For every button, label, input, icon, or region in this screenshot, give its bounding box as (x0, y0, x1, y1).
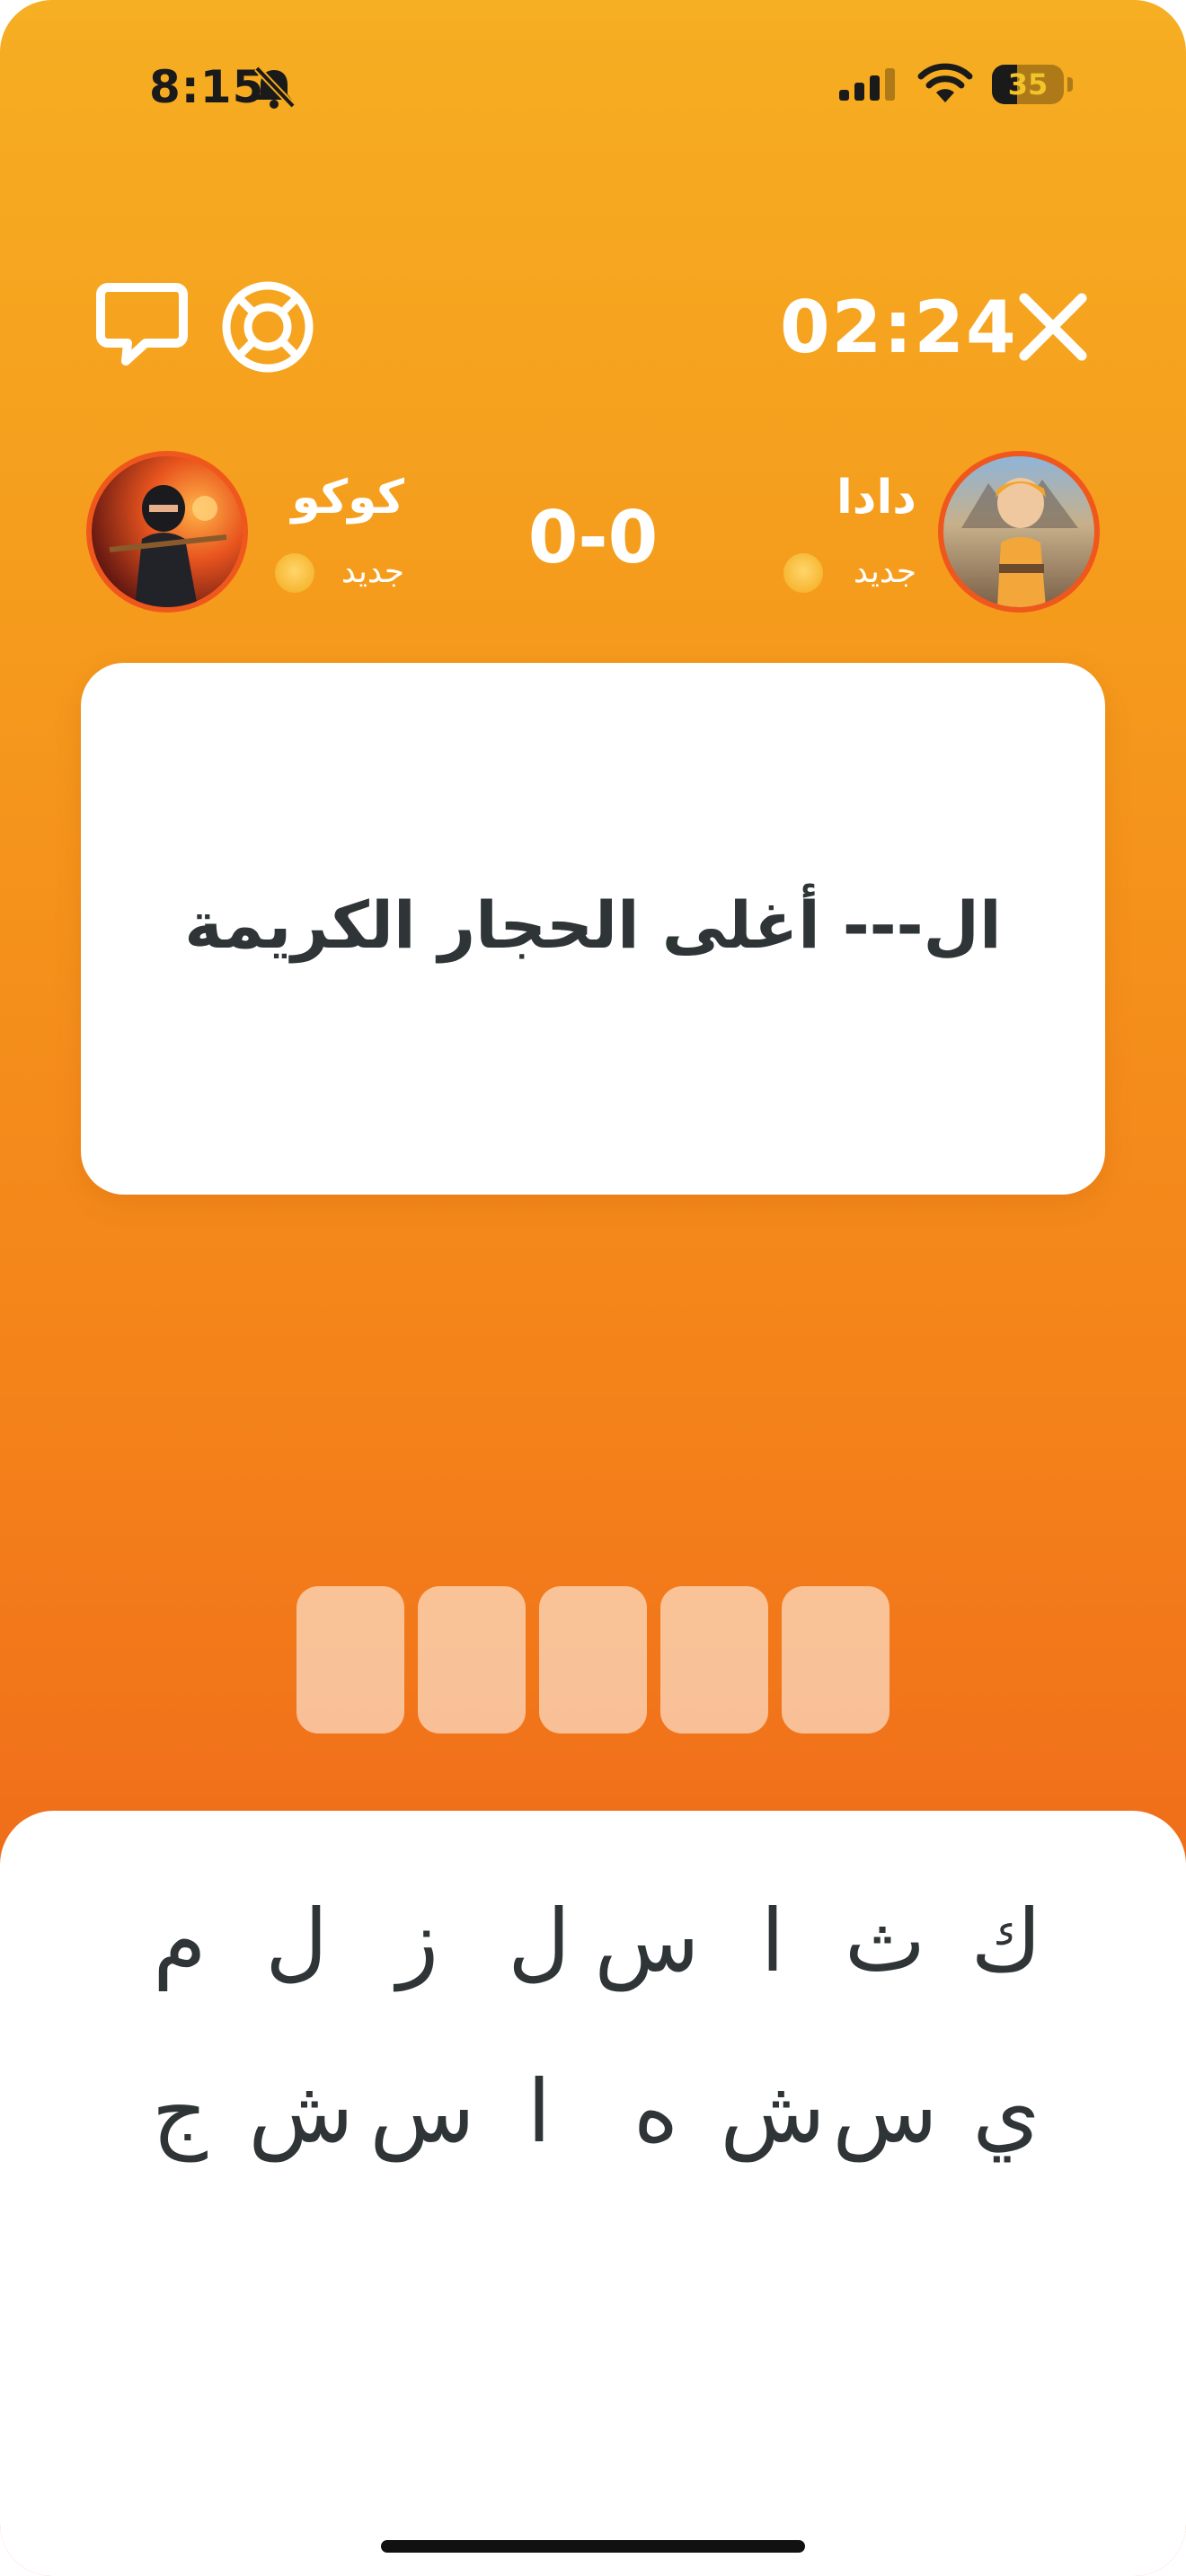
player-name: دادا (836, 471, 916, 525)
letter-key[interactable]: ش (719, 2053, 827, 2170)
answer-slot[interactable] (660, 1586, 768, 1734)
player-avatar[interactable] (938, 451, 1100, 613)
letter-key[interactable]: ج (126, 2053, 234, 2170)
adventurer-figure (961, 478, 1078, 607)
cellular-signal-icon (839, 68, 895, 101)
battery-tip (1067, 77, 1073, 92)
match-score: 0-0 (527, 496, 659, 579)
letter-key[interactable]: ك (952, 1883, 1060, 1999)
answer-slot[interactable] (782, 1586, 890, 1734)
player-level: جديد (853, 553, 916, 590)
baby-face-icon (783, 553, 823, 593)
letter-key[interactable]: ه (602, 2053, 710, 2170)
letter-key[interactable]: ز (364, 1883, 472, 1999)
status-time: 8:15 (149, 61, 265, 113)
letter-key[interactable]: ل (485, 1883, 593, 1999)
baby-face-icon (275, 553, 314, 593)
letter-key[interactable]: ي (952, 2053, 1060, 2170)
opponent-level: جديد (341, 553, 404, 590)
letter-key[interactable]: س (831, 2053, 939, 2170)
game-screen: 8:15 35 02:24 كوكو جديد 0-0 دادا جديد ال… (0, 0, 1186, 2576)
letter-key[interactable]: ا (719, 1883, 827, 1999)
letter-key[interactable]: م (126, 1883, 234, 1999)
letter-keyboard: ك ث ا س ل ز ل م ي س ش ه ا س ش ج (0, 1811, 1186, 2576)
answer-slot[interactable] (296, 1586, 404, 1734)
wifi-icon (917, 63, 973, 102)
letter-key[interactable]: ل (243, 1883, 350, 1999)
battery-level: 35 (1007, 67, 1049, 101)
answer-slot[interactable] (539, 1586, 647, 1734)
game-timer: 02:24 (780, 286, 1018, 369)
letter-key[interactable]: س (368, 2053, 476, 2170)
opponent-name: كوكو (291, 471, 404, 525)
chat-bubble-icon[interactable] (95, 280, 189, 370)
question-card: ال--- أغلى الحجار الكريمة (81, 663, 1105, 1195)
lifebuoy-icon[interactable] (219, 278, 316, 375)
battery-indicator: 35 (992, 65, 1064, 104)
letter-key[interactable]: ش (247, 2053, 355, 2170)
letter-key[interactable]: ا (485, 2053, 593, 2170)
letter-key[interactable]: س (593, 1883, 701, 1999)
question-text: ال--- أغلى الحجار الكريمة (184, 887, 1002, 963)
answer-slot[interactable] (418, 1586, 526, 1734)
close-icon[interactable] (1015, 289, 1091, 365)
letter-key[interactable]: ث (831, 1883, 939, 1999)
bell-slash-icon (254, 66, 296, 109)
home-indicator[interactable] (381, 2540, 805, 2553)
